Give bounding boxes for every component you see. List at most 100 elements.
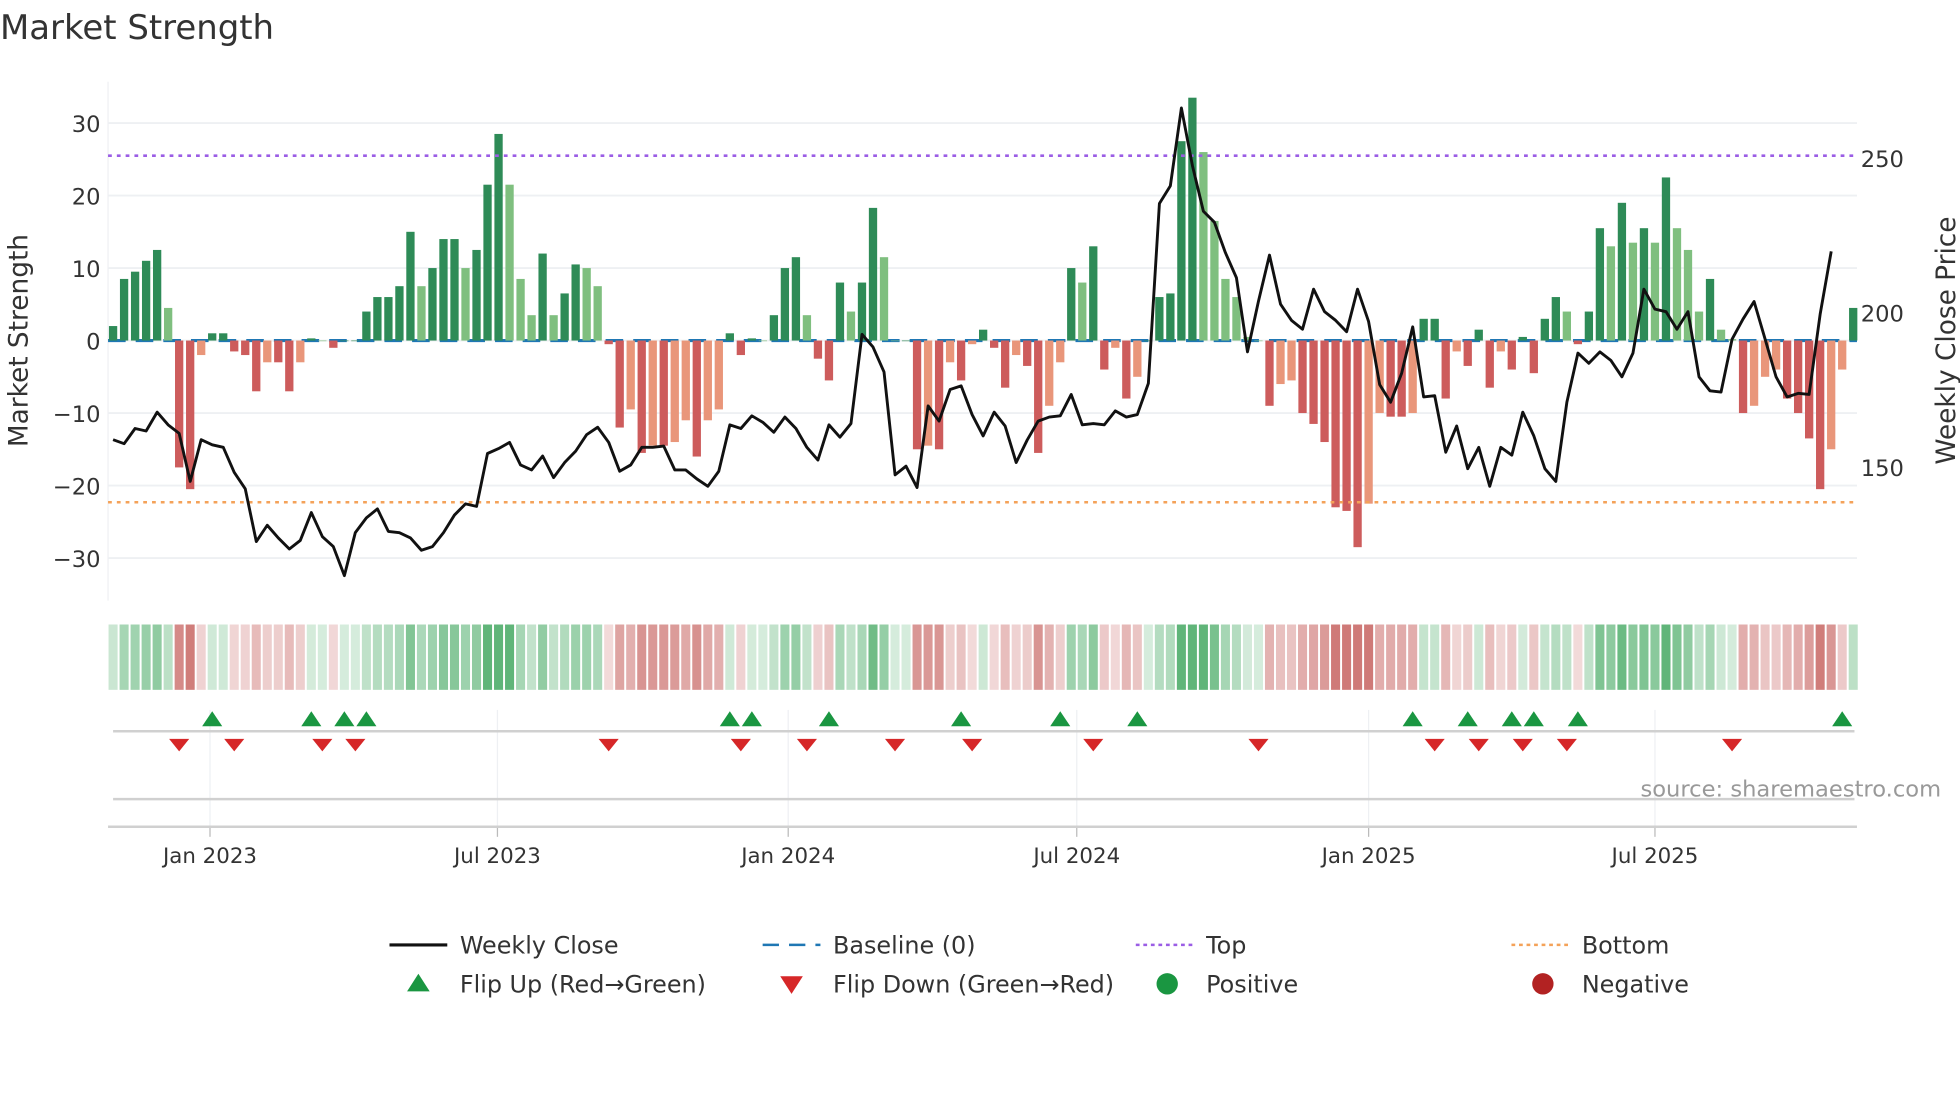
flip-down-marker bbox=[1722, 738, 1743, 752]
x-tick-labels: Jan 2023 Jul 2023 Jan 2024 Jul 2024 Jan 2025… bbox=[161, 844, 1698, 869]
heat-strip-cell bbox=[1000, 624, 1010, 690]
heat-strip-cell bbox=[703, 624, 713, 690]
heat-strip-cell bbox=[659, 624, 669, 690]
heat-strip-cell bbox=[1275, 624, 1286, 690]
strength-bar bbox=[1386, 340, 1395, 417]
y2-tick-label: 200 bbox=[1861, 302, 1904, 328]
strength-bar bbox=[163, 307, 173, 341]
legend-item-weekly_close: Weekly Close bbox=[389, 932, 619, 960]
strength-bar bbox=[890, 340, 900, 342]
heat-strip-cell bbox=[1628, 624, 1638, 690]
strength-bar bbox=[813, 340, 823, 359]
strength-bar bbox=[1628, 242, 1638, 341]
heat-strip-cell bbox=[637, 624, 647, 690]
heat-strip-cell bbox=[615, 624, 625, 690]
heat-strip-cell bbox=[1540, 624, 1550, 690]
heat-strip-cell bbox=[483, 624, 493, 690]
heat-strip-cell bbox=[1088, 624, 1098, 690]
strength-bar bbox=[141, 260, 151, 341]
heat-strip-cell bbox=[967, 624, 977, 690]
strength-bar bbox=[461, 268, 470, 341]
strength-bar bbox=[119, 278, 129, 341]
strength-bar bbox=[714, 340, 723, 410]
heat-strip-cell bbox=[240, 624, 250, 690]
heat-strip-cell bbox=[1187, 624, 1197, 690]
heat-strip-cell bbox=[306, 624, 316, 690]
strength-bar bbox=[1749, 340, 1759, 406]
strength-bar bbox=[483, 184, 492, 341]
strength-bar bbox=[329, 340, 338, 348]
heat-strip-cell bbox=[383, 624, 393, 690]
flip-up-marker bbox=[334, 711, 355, 727]
heat-strip-cell bbox=[1397, 624, 1407, 690]
strength-bars bbox=[108, 97, 1858, 548]
strength-bar bbox=[230, 340, 239, 352]
strength-bar bbox=[505, 184, 514, 341]
strength-bar bbox=[494, 133, 503, 341]
heat-strip-cell bbox=[438, 624, 449, 690]
flip-down-marker bbox=[1083, 738, 1104, 752]
y-tick-label: 30 bbox=[72, 112, 101, 138]
heat-strip-cell bbox=[1485, 624, 1495, 690]
flip-down-marker bbox=[730, 738, 751, 752]
strength-bar bbox=[208, 333, 217, 341]
strength-bar bbox=[1816, 340, 1825, 490]
y-tick-label: −30 bbox=[53, 547, 101, 573]
legend-item-bottom: Bottom bbox=[1511, 932, 1669, 960]
strength-bar bbox=[1485, 340, 1494, 388]
negative-icon bbox=[1532, 973, 1554, 995]
strength-bar bbox=[351, 340, 360, 342]
strength-bar bbox=[252, 340, 261, 392]
heat-strip-cell bbox=[1298, 624, 1308, 690]
flip-down-marker bbox=[962, 738, 983, 752]
flip-up-icon bbox=[407, 973, 430, 992]
strength-bar bbox=[802, 315, 812, 341]
strength-bar bbox=[1100, 340, 1109, 370]
strength-bar bbox=[1331, 340, 1340, 508]
x-tick-label: Jan 2023 bbox=[161, 844, 257, 869]
legend-label: Baseline (0) bbox=[833, 932, 976, 960]
strength-bar bbox=[1573, 340, 1583, 345]
strength-bar bbox=[1122, 340, 1131, 399]
heat-strip-cell bbox=[681, 624, 691, 690]
heat-strip-cell bbox=[1386, 624, 1396, 690]
heat-strip-cell bbox=[571, 624, 581, 690]
strength-bar bbox=[1045, 340, 1054, 406]
heat-strip-cell bbox=[626, 624, 636, 690]
strength-bar bbox=[1496, 340, 1505, 352]
heat-strip-cell bbox=[207, 624, 217, 690]
heat-strip-cell bbox=[262, 624, 272, 690]
heat-strip-cell bbox=[780, 624, 790, 690]
heat-strip-cell bbox=[593, 624, 603, 690]
heat-strip-cell bbox=[1309, 624, 1319, 690]
heat-strip-cell bbox=[1463, 624, 1473, 690]
strength-bar bbox=[373, 297, 382, 341]
strength-bar bbox=[1188, 97, 1197, 341]
strength-bar bbox=[593, 286, 602, 341]
heat-strip-cell bbox=[1738, 624, 1748, 690]
heat-strip-cell bbox=[405, 624, 415, 690]
strength-bar bbox=[340, 340, 349, 342]
flip-down-marker bbox=[1248, 738, 1269, 752]
legend-item-negative: Negative bbox=[1532, 971, 1689, 999]
heat-strip-cell bbox=[1320, 624, 1330, 690]
heat-strip-cell bbox=[560, 624, 570, 690]
heat-strip-cell bbox=[879, 624, 889, 690]
strength-bar bbox=[219, 333, 228, 341]
strength-bar bbox=[472, 249, 481, 341]
strength-bar bbox=[1199, 152, 1208, 341]
flip-up-marker bbox=[1832, 711, 1853, 727]
strength-bar bbox=[1606, 246, 1616, 341]
strength-bar bbox=[1155, 297, 1164, 341]
strength-bar bbox=[736, 340, 745, 356]
strength-bar bbox=[241, 340, 250, 356]
strength-bar bbox=[1738, 340, 1748, 414]
heat-strip-cell bbox=[747, 624, 757, 690]
strength-bar bbox=[1056, 340, 1065, 363]
heat-strip-cell bbox=[196, 624, 206, 690]
heat-strip-cell bbox=[527, 624, 537, 690]
strength-bar bbox=[758, 340, 768, 342]
strength-bar bbox=[384, 297, 393, 341]
market-strength-chart: Market Strength Market Strength Weekly C… bbox=[0, 8, 1960, 999]
flip-up-marker bbox=[356, 711, 377, 727]
